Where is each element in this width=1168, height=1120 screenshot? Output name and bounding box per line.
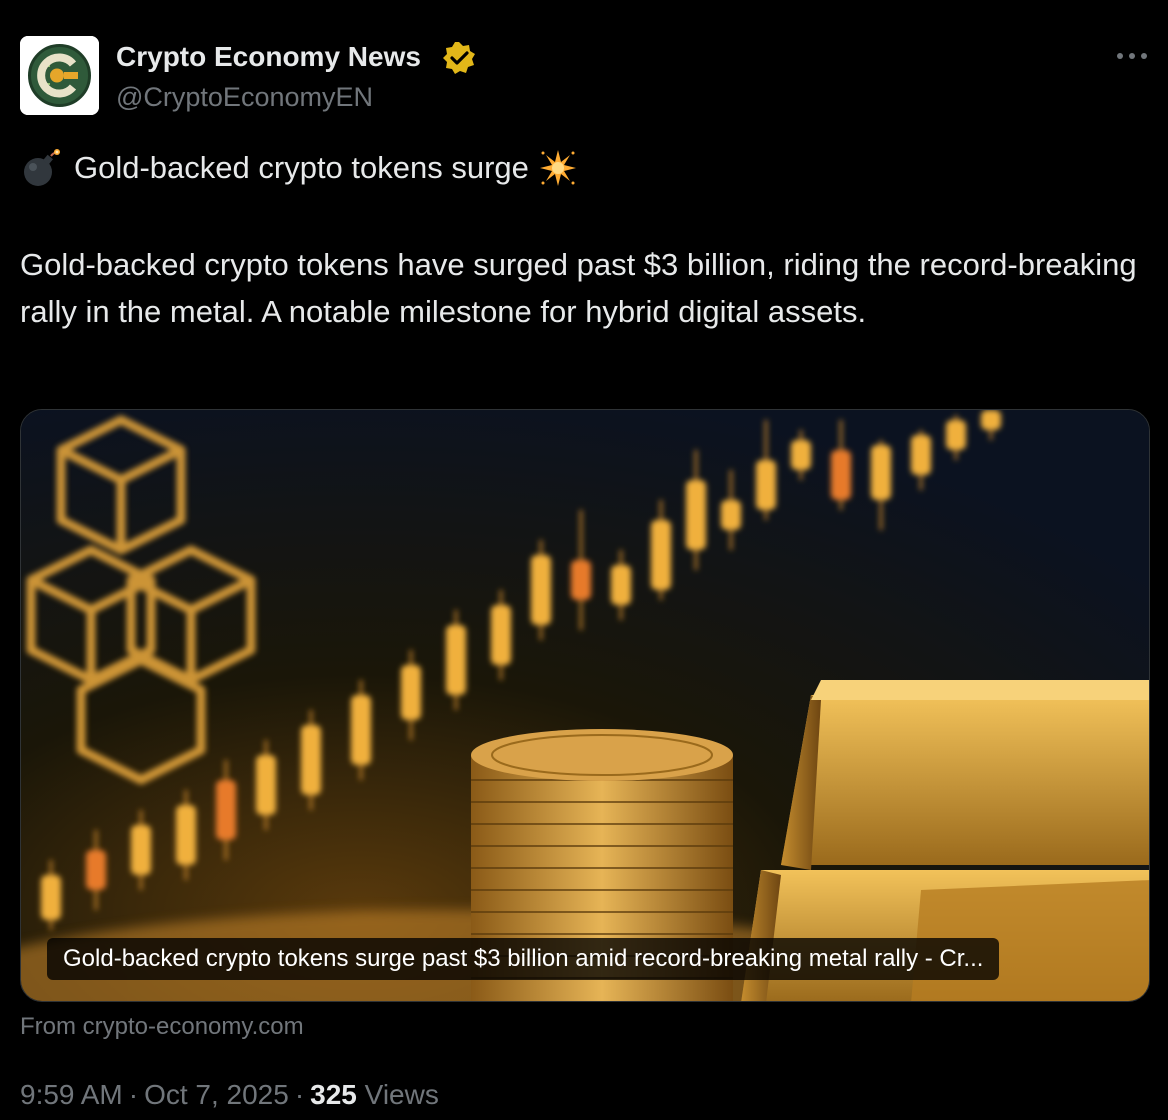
post-headline-row: Gold-backed crypto tokens surge	[20, 146, 579, 190]
views-count: 325	[310, 1079, 357, 1110]
more-options-button[interactable]	[1110, 38, 1154, 74]
meta-separator: ·	[128, 1079, 139, 1110]
author-avatar[interactable]	[20, 36, 99, 115]
link-card-caption: Gold-backed crypto tokens surge past $3 …	[47, 938, 1000, 980]
author-name[interactable]: Crypto Economy News	[116, 40, 421, 74]
crypto-economy-logo-icon	[20, 36, 99, 115]
post-time[interactable]: 9:59 AM	[20, 1079, 123, 1110]
post-body: Gold-backed crypto tokens have surged pa…	[20, 247, 1137, 329]
verified-badge-icon[interactable]	[441, 40, 477, 76]
views-label: Views	[364, 1079, 439, 1110]
ellipsis-icon	[1117, 53, 1147, 59]
link-card[interactable]: Gold-backed crypto tokens surge past $3 …	[20, 409, 1150, 1002]
post-date[interactable]: Oct 7, 2025	[144, 1079, 289, 1110]
bomb-emoji-icon	[24, 149, 60, 186]
meta-separator: ·	[294, 1079, 305, 1110]
tweet-container: Crypto Economy News @CryptoEconomyEN Gol…	[0, 0, 1168, 1120]
author-handle[interactable]: @CryptoEconomyEN	[116, 80, 373, 114]
post-meta: 9:59 AM · Oct 7, 2025 · 325 Views	[20, 1076, 439, 1114]
gold-bars-coins-candlestick-chart-image	[21, 410, 1149, 1001]
sparkle-burst-emoji-icon	[539, 150, 576, 186]
link-card-source[interactable]: From crypto-economy.com	[20, 1011, 304, 1043]
post-headline: Gold-backed crypto tokens surge	[74, 150, 529, 185]
